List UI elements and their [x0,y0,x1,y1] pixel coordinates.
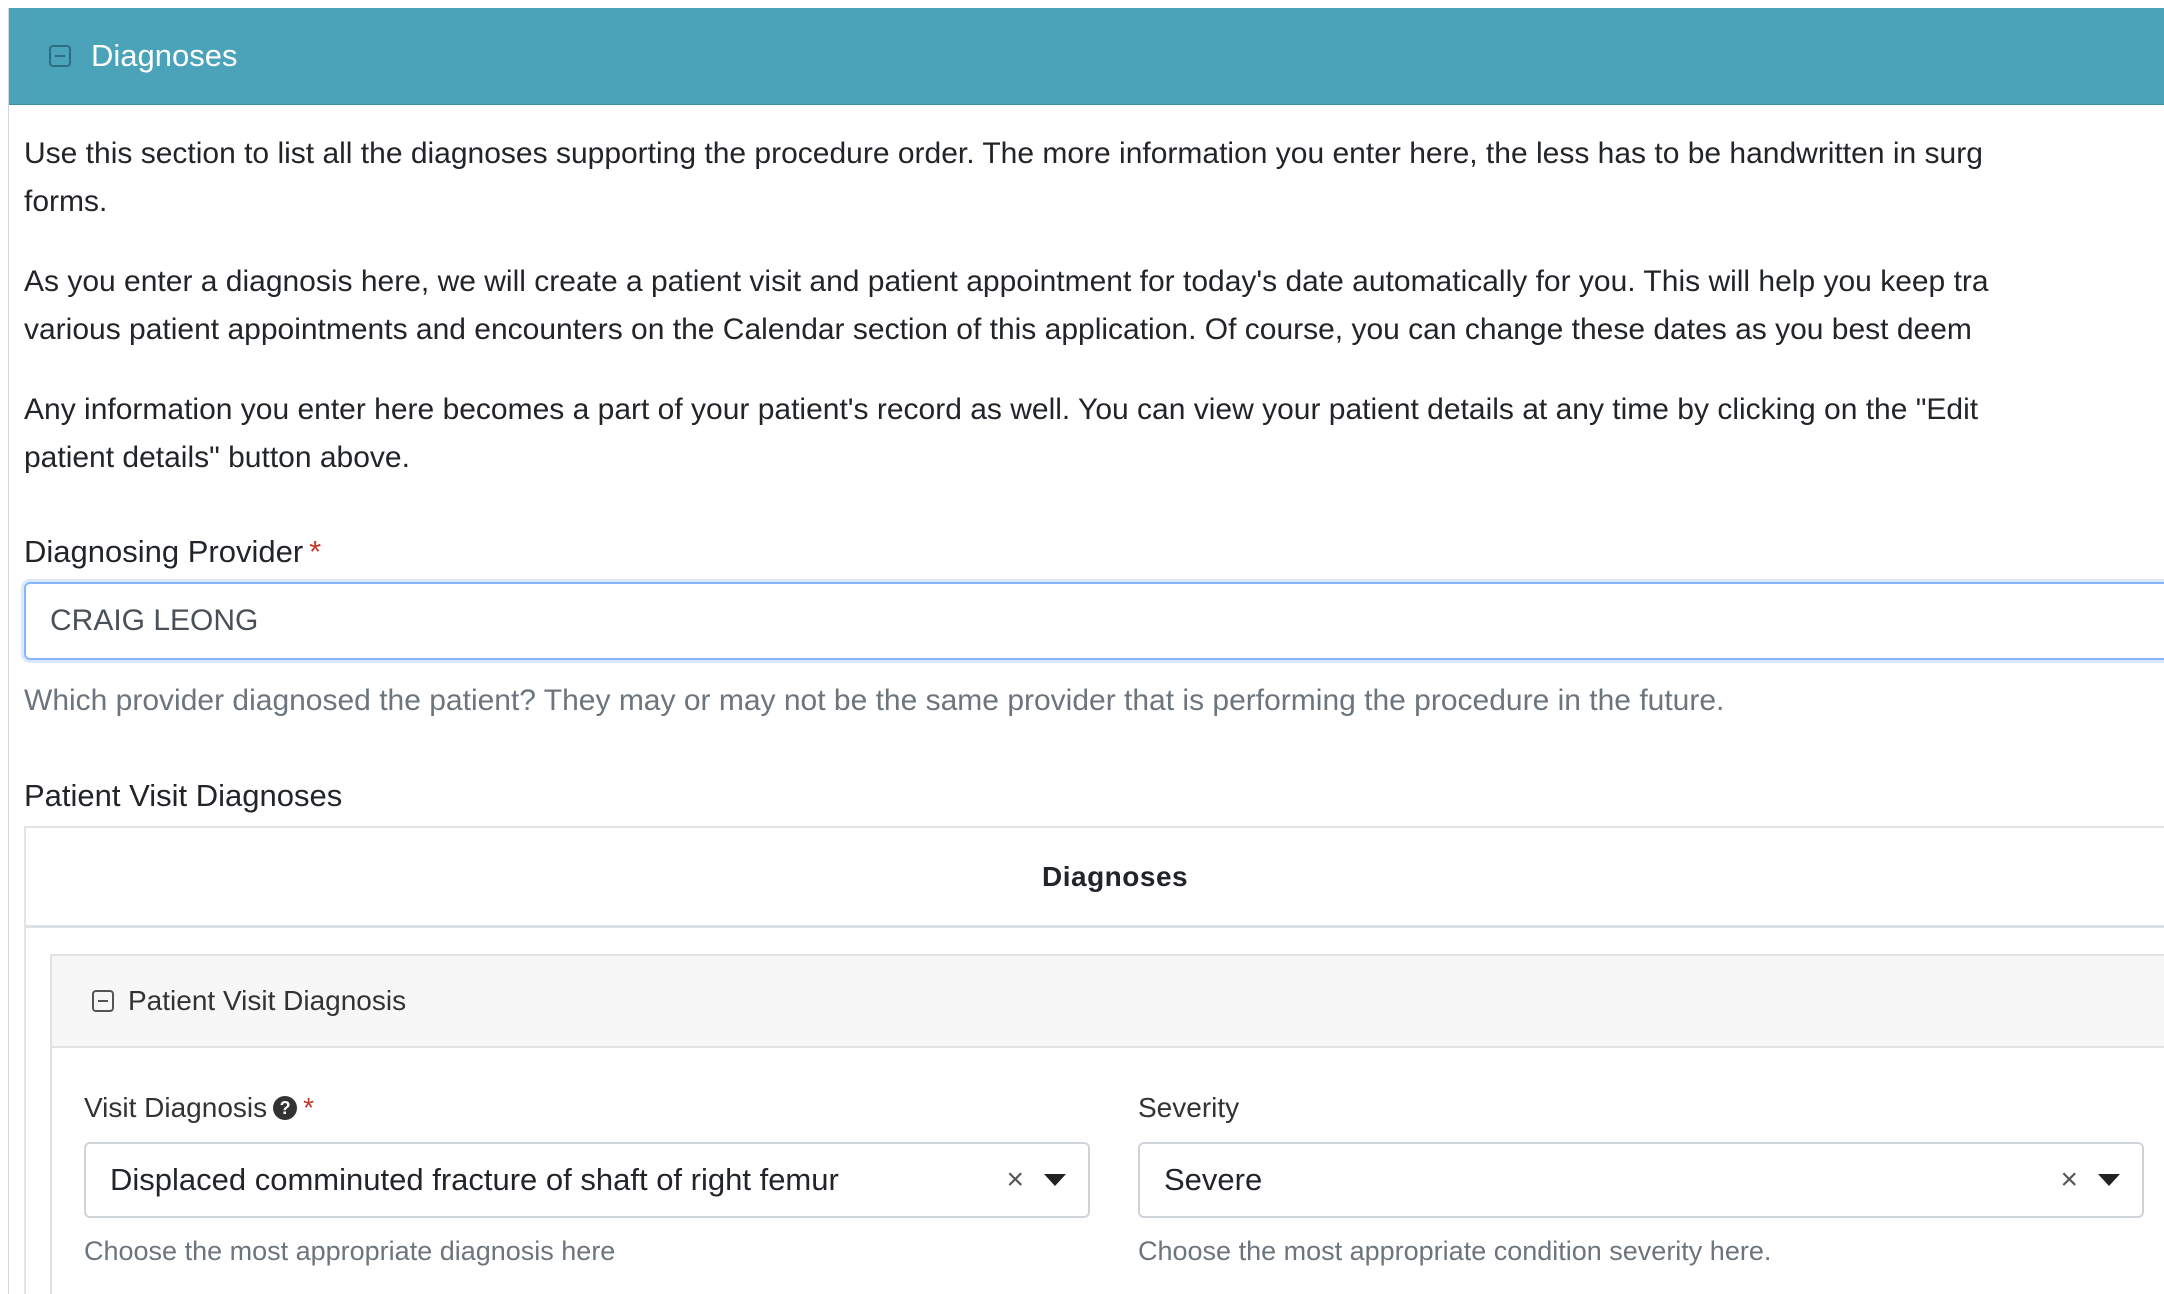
severity-help: Choose the most appropriate condition se… [1138,1236,1772,1266]
visit-diagnosis-select[interactable]: Displaced comminuted fracture of shaft o… [84,1142,1090,1218]
diagnoses-table: Diagnoses Patient Visit Diagnosis [24,826,2164,1294]
help-icon[interactable]: ? [273,1096,298,1120]
collapse-icon[interactable] [92,990,114,1012]
panel-title: Diagnoses [91,38,238,73]
diagnosing-provider-label-text: Diagnosing Provider [24,534,304,569]
diagnosing-provider-label: Diagnosing Provider * [24,534,321,570]
visit-diagnosis-help: Choose the most appropriate diagnosis he… [84,1236,616,1266]
clear-icon[interactable]: × [2060,1165,2078,1195]
intro-paragraph-1: Use this section to list all the diagnos… [24,130,1983,226]
card-title: Patient Visit Diagnosis [128,985,407,1016]
diagnoses-panel-header[interactable]: Diagnoses [9,8,2164,105]
severity-label-text: Severity [1138,1092,1240,1123]
visit-diagnosis-label: Visit Diagnosis ? * [84,1092,314,1124]
intro-p2-line2: various patient appointments and encount… [24,313,1972,346]
visit-diagnosis-label-text: Visit Diagnosis [84,1092,268,1123]
diagnosing-provider-help: Which provider diagnosed the patient? Th… [24,684,1725,717]
diagnosing-provider-input[interactable] [24,582,2164,660]
visit-diagnosis-selected-value: Displaced comminuted fracture of shaft o… [110,1162,839,1197]
patient-visit-diagnoses-label: Patient Visit Diagnoses [24,778,343,813]
intro-p1-line2: forms. [24,185,108,218]
clear-icon[interactable]: × [1006,1165,1024,1195]
severity-selected-value: Severe [1164,1162,1263,1197]
diagnoses-column-header: Diagnoses [1042,860,1189,892]
chevron-down-icon[interactable] [1044,1174,1066,1186]
diagnoses-table-header: Diagnoses [26,828,2164,928]
intro-paragraph-3: Any information you enter here becomes a… [24,386,1978,482]
patient-visit-diagnosis-card-header[interactable]: Patient Visit Diagnosis [52,956,2164,1048]
chevron-down-icon[interactable] [2098,1174,2120,1186]
severity-select[interactable]: Severe × [1138,1142,2144,1218]
intro-p3-line2: patient details" button above. [24,441,410,474]
intro-p2-line1: As you enter a diagnosis here, we will c… [24,265,1989,298]
intro-p3-line1: Any information you enter here becomes a… [24,393,1979,426]
required-marker: * [303,1092,315,1123]
intro-paragraph-2: As you enter a diagnosis here, we will c… [24,258,1989,354]
intro-p1-line1: Use this section to list all the diagnos… [24,137,1983,170]
severity-label: Severity [1138,1092,1239,1124]
collapse-icon[interactable] [49,45,71,67]
required-marker: * [309,534,322,569]
